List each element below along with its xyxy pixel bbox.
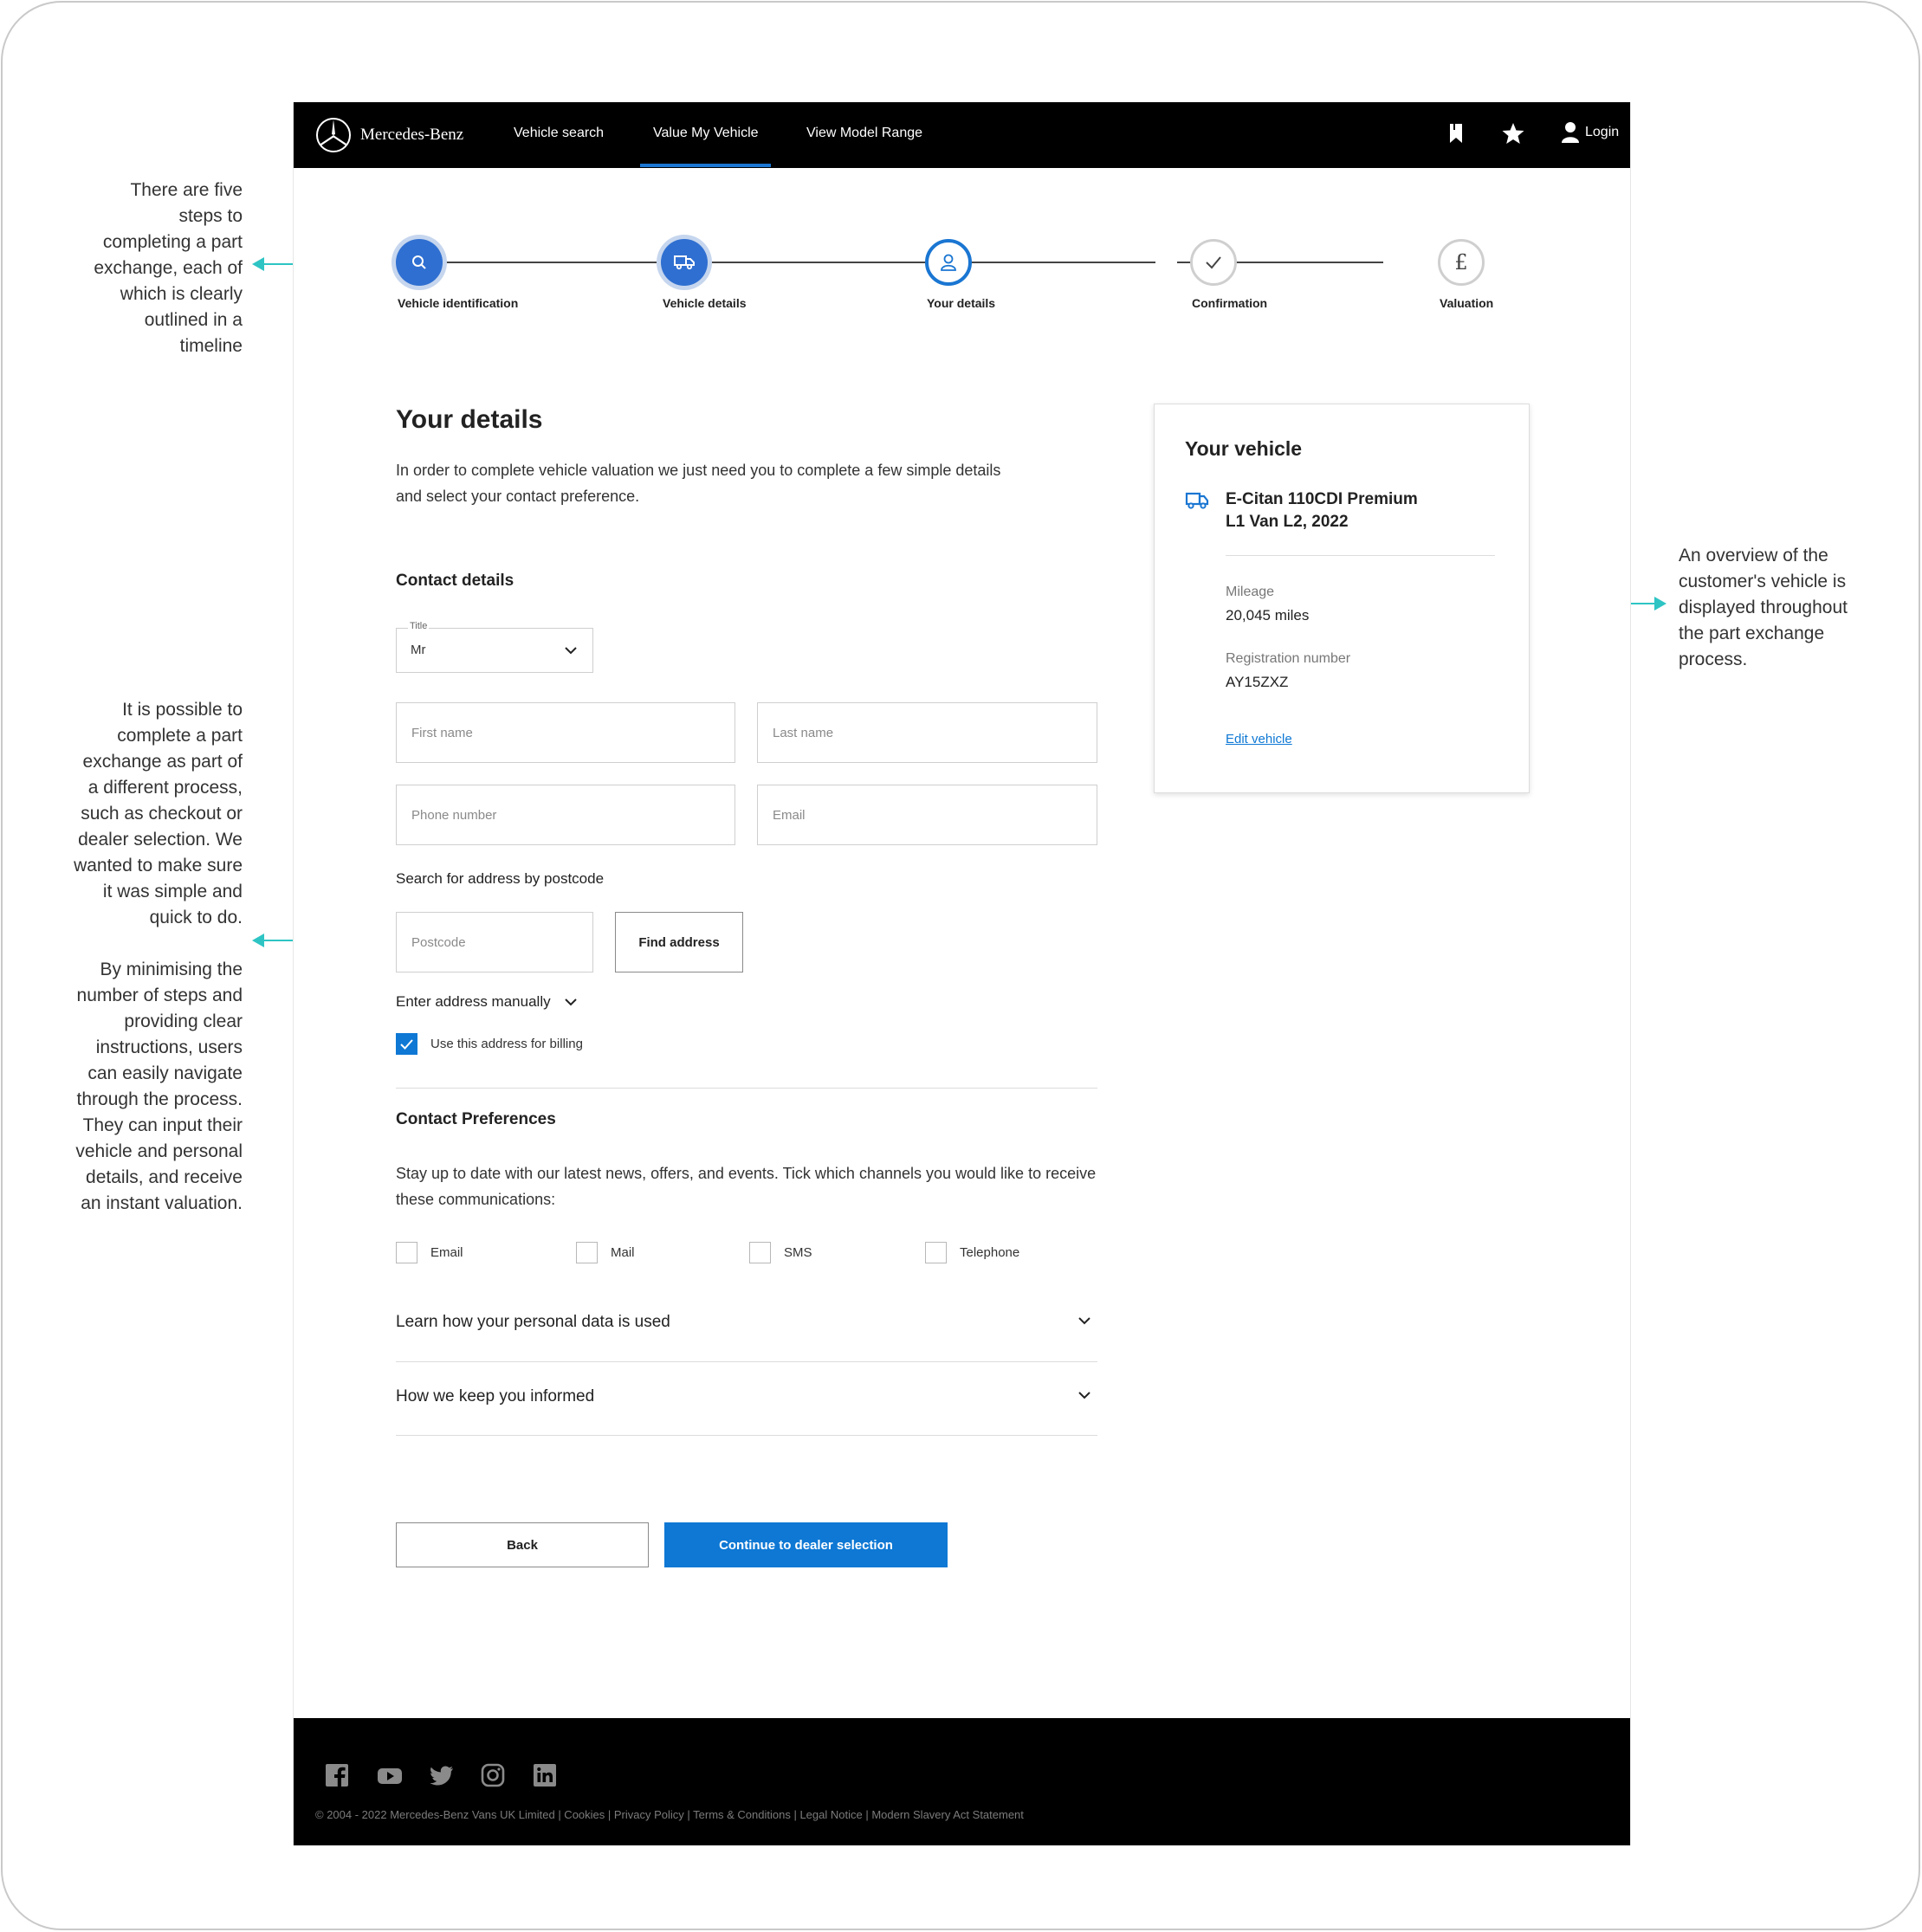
page-title: Your details: [396, 405, 543, 434]
postcode-search-heading: Search for address by postcode: [396, 870, 605, 887]
login-button[interactable]: Login: [1561, 121, 1619, 144]
step-label: Valuation: [1440, 296, 1494, 310]
intro-text: In order to complete vehicle valuation w…: [396, 462, 1001, 505]
step-vehicle-details[interactable]: [661, 239, 708, 286]
accordion-title: Learn how your personal data is used: [396, 1313, 670, 1331]
annotation-timeline: There are five steps to completing a par…: [94, 180, 243, 356]
enter-address-manually-label: Enter address manually: [396, 993, 551, 1010]
mileage-value: 20,045 miles: [1226, 607, 1310, 624]
registration-label: Registration number: [1226, 651, 1351, 666]
accordion-divider: [396, 1435, 1097, 1436]
back-button[interactable]: Back: [396, 1522, 649, 1567]
step-label: Vehicle details: [663, 296, 747, 310]
login-label: Login: [1585, 125, 1620, 139]
find-address-button[interactable]: Find address: [615, 912, 743, 972]
truck-icon: [674, 255, 695, 270]
twitter-icon[interactable]: [429, 1763, 455, 1787]
search-icon: [412, 255, 426, 269]
card-divider: [1226, 555, 1495, 556]
nav-link-value-my-vehicle[interactable]: Value My Vehicle: [653, 126, 759, 141]
vehicle-name: E-Citan 110CDI Premium L1 Van L2, 2022: [1226, 490, 1418, 531]
first-name-field[interactable]: [396, 702, 735, 763]
contact-preferences-heading: Contact Preferences: [396, 1110, 556, 1128]
enter-address-manually-toggle[interactable]: Enter address manually: [396, 993, 579, 1011]
title-select-label: Title: [408, 621, 430, 631]
nav-link-view-model-range[interactable]: View Model Range: [806, 126, 922, 141]
step-label: Your details: [927, 296, 996, 310]
channel-telephone-label: Telephone: [960, 1245, 1020, 1260]
footer-legal-links[interactable]: © 2004 - 2022 Mercedes-Benz Vans UK Limi…: [315, 1808, 1024, 1821]
annotation-overview: An overview of the customer's vehicle is…: [1679, 546, 1848, 669]
step-your-details[interactable]: [925, 239, 972, 286]
section-divider: [396, 1088, 1097, 1089]
chevron-down-icon: [1078, 1392, 1090, 1399]
step-label: Vehicle identification: [398, 296, 519, 310]
channel-email-checkbox[interactable]: [396, 1242, 417, 1263]
active-nav-indicator: [640, 164, 771, 167]
step-label: Confirmation: [1192, 296, 1268, 310]
user-icon: [941, 254, 956, 271]
first-name-input[interactable]: [397, 703, 735, 762]
last-name-field[interactable]: [757, 702, 1097, 763]
step-confirmation[interactable]: [1190, 239, 1237, 286]
mercedes-star-icon: [316, 118, 351, 152]
pound-icon: £: [1454, 250, 1468, 275]
instagram-icon[interactable]: [481, 1763, 505, 1787]
top-navigation: Mercedes-Benz Vehicle search Value My Ve…: [294, 102, 1630, 168]
mileage-label: Mileage: [1226, 585, 1275, 599]
email-field[interactable]: [757, 785, 1097, 845]
chevron-down-icon: [1078, 1317, 1090, 1325]
channel-telephone-checkbox[interactable]: [925, 1242, 947, 1263]
bookmark-icon[interactable]: [1447, 121, 1465, 145]
contact-preferences-text: Stay up to date with our latest news, of…: [396, 1165, 1097, 1208]
chevron-down-icon: [565, 647, 577, 655]
postcode-field[interactable]: [396, 912, 593, 972]
user-icon: [1562, 122, 1579, 143]
title-select[interactable]: Mr: [396, 628, 593, 673]
brand-logo[interactable]: Mercedes-Benz: [315, 117, 463, 153]
billing-checkbox-label: Use this address for billing: [430, 1037, 583, 1051]
step-valuation[interactable]: £: [1438, 239, 1485, 286]
site-footer: © 2004 - 2022 Mercedes-Benz Vans UK Limi…: [294, 1718, 1630, 1845]
vehicle-summary-card: Your vehicle E-Citan 110CDI Premium L1 V…: [1154, 404, 1530, 793]
contact-details-heading: Contact details: [396, 572, 514, 590]
van-icon: [1185, 492, 1209, 509]
vehicle-card-title: Your vehicle: [1185, 437, 1303, 460]
star-icon[interactable]: [1500, 121, 1526, 145]
linkedin-icon[interactable]: [533, 1763, 557, 1787]
step-vehicle-identification[interactable]: [396, 239, 443, 286]
chevron-down-icon: [564, 998, 577, 1006]
phone-input[interactable]: [397, 785, 735, 844]
phone-field[interactable]: [396, 785, 735, 845]
postcode-input[interactable]: [397, 913, 592, 972]
registration-value: AY15ZXZ: [1226, 674, 1289, 690]
channel-mail-label: Mail: [611, 1245, 635, 1260]
accordion-divider: [396, 1361, 1097, 1362]
timeline-line: [419, 262, 1155, 263]
website-mockup: Mercedes-Benz Vehicle search Value My Ve…: [293, 102, 1631, 1845]
billing-checkbox[interactable]: [396, 1033, 417, 1055]
checkmark-icon: [400, 1039, 413, 1050]
email-input[interactable]: [758, 785, 1097, 844]
facebook-icon[interactable]: [325, 1763, 349, 1787]
channel-sms-label: SMS: [784, 1245, 812, 1260]
channel-sms-checkbox[interactable]: [749, 1242, 771, 1263]
last-name-input[interactable]: [758, 703, 1097, 762]
continue-button[interactable]: Continue to dealer selection: [664, 1522, 948, 1567]
brand-name: Mercedes-Benz: [360, 126, 464, 144]
channel-mail-checkbox[interactable]: [576, 1242, 598, 1263]
annotation-process: It is possible to complete a part exchan…: [74, 700, 243, 1213]
nav-link-vehicle-search[interactable]: Vehicle search: [514, 126, 604, 141]
youtube-icon[interactable]: [377, 1763, 403, 1787]
edit-vehicle-link[interactable]: Edit vehicle: [1226, 732, 1292, 746]
accordion-title: How we keep you informed: [396, 1387, 595, 1405]
title-select-value: Mr: [411, 643, 426, 657]
check-icon: [1206, 256, 1221, 269]
channel-email-label: Email: [430, 1245, 463, 1260]
